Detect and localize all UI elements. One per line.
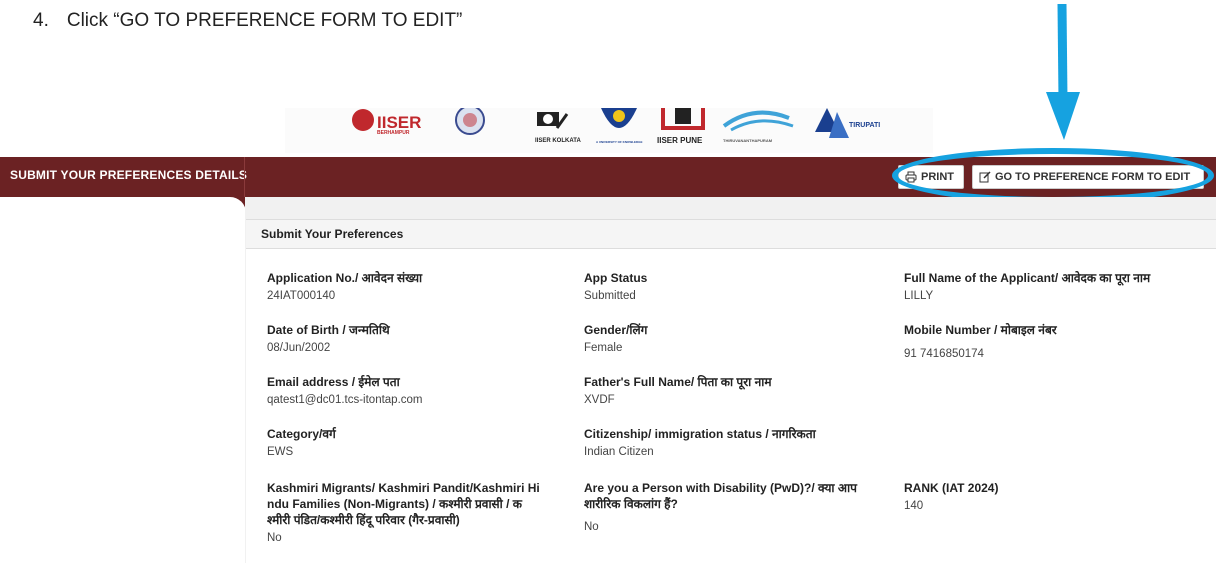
field-label: Father's Full Name/ पिता का पूरा नाम	[584, 375, 772, 389]
iiser-bhopal-logo	[445, 108, 495, 153]
logo-text: IISER KOLKATA	[535, 138, 581, 144]
iiser-tvm-logo: THIRUVANANTHAPURAM	[719, 108, 799, 153]
field-value: 91 7416850174	[904, 348, 984, 360]
logo-text: A UNIVERSITY OF KNOWLEDGE	[596, 140, 643, 144]
sidebar-tab-curve	[230, 197, 246, 213]
field-rank: RANK (IAT 2024) 140	[904, 480, 998, 514]
instruction-label: Click “GO TO PREFERENCE FORM TO EDIT”	[66, 10, 463, 31]
card-title: Submit Your Preferences	[246, 220, 1216, 249]
field-application-no: Application No./ आवेदन संख्या 24IAT00014…	[267, 270, 422, 304]
institute-logos: IISER BERHAMPUR IISER KOLKATA A UNIVERSI…	[285, 108, 933, 153]
logo-text: TIRUPATI	[849, 122, 881, 129]
field-father-name: Father's Full Name/ पिता का पूरा नाम XVD…	[584, 374, 772, 408]
field-value: EWS	[267, 446, 294, 458]
field-label-line: श्मीरी पंडित/कश्मीरी हिंदू परिवार (गैर-प…	[267, 513, 460, 527]
iiser-mohali-logo: A UNIVERSITY OF KNOWLEDGE	[591, 108, 646, 153]
instruction-text: 4. Click “GO TO PREFERENCE FORM TO EDIT”	[33, 10, 462, 32]
field-label: Application No./ आवेदन संख्या	[267, 271, 423, 285]
field-email: Email address / ईमेल पता qatest1@dc01.tc…	[267, 374, 423, 408]
down-arrow-icon	[1046, 3, 1080, 140]
field-gender: Gender/लिंग Female	[584, 322, 647, 356]
instruction-number: 4.	[33, 10, 49, 31]
logo-text: THIRUVANANTHAPURAM	[723, 138, 773, 143]
field-full-name: Full Name of the Applicant/ आवेदक का पूर…	[904, 270, 1150, 304]
divider	[244, 157, 245, 197]
field-value: No	[584, 521, 599, 533]
field-citizenship: Citizenship/ immigration status / नागरिक…	[584, 426, 816, 460]
logo-text: IISER PUNE	[657, 136, 703, 145]
field-label-line: Kashmiri Migrants/ Kashmiri Pandit/Kashm…	[267, 481, 540, 495]
highlight-callout	[892, 148, 1214, 203]
field-label-line: Are you a Person with Disability (PwD)?/…	[584, 481, 857, 495]
field-category: Category/वर्ग EWS	[267, 426, 336, 460]
field-label: Date of Birth / जन्मतिथि	[267, 323, 390, 337]
field-label-line: ndu Families (Non-Migrants) / कश्मीरी प्…	[267, 497, 522, 511]
field-label: Citizenship/ immigration status / नागरिक…	[584, 427, 816, 441]
field-value: LILLY	[904, 290, 934, 302]
field-label-line: शारीरिक विकलांग हैं?	[584, 497, 678, 511]
field-label: Gender/लिंग	[584, 323, 648, 337]
field-label: App Status	[584, 271, 648, 285]
field-value: Female	[584, 342, 623, 354]
field-app-status: App Status Submitted	[584, 270, 647, 304]
field-value: No	[267, 532, 282, 544]
iiser-kolkata-logo: IISER KOLKATA	[521, 108, 581, 153]
field-kashmiri-migrant: Kashmiri Migrants/ Kashmiri Pandit/Kashm…	[267, 480, 540, 546]
field-label: RANK (IAT 2024)	[904, 481, 999, 495]
iiser-tirupati-logo: TIRUPATI	[815, 108, 885, 153]
field-label: Mobile Number / मोबाइल नंबर	[904, 323, 1057, 337]
sidebar	[0, 197, 246, 563]
field-label: Email address / ईमेल पता	[267, 375, 400, 389]
field-mobile: Mobile Number / मोबाइल नंबर 91 741685017…	[904, 322, 1057, 362]
iiser-berhampur-logo: IISER BERHAMPUR	[351, 108, 421, 153]
field-value: 140	[904, 500, 924, 512]
field-pwd: Are you a Person with Disability (PwD)?/…	[584, 480, 857, 535]
field-value: qatest1@dc01.tcs-itontap.com	[267, 394, 423, 406]
field-label: Full Name of the Applicant/ आवेदक का पूर…	[904, 271, 1151, 285]
sidebar-menu-item-submit-preferences[interactable]: SUBMIT YOUR PREFERENCES DETAILS	[10, 168, 247, 182]
field-value: 08/Jun/2002	[267, 342, 331, 354]
field-value: 24IAT000140	[267, 290, 336, 302]
field-value: Indian Citizen	[584, 446, 654, 458]
field-label: Category/वर्ग	[267, 427, 336, 441]
iiser-pune-logo: IISER PUNE	[653, 108, 713, 153]
field-value: Submitted	[584, 290, 636, 302]
logo-text: BERHAMPUR	[377, 130, 410, 136]
field-dob: Date of Birth / जन्मतिथि 08/Jun/2002	[267, 322, 390, 356]
field-value: XVDF	[584, 394, 615, 406]
